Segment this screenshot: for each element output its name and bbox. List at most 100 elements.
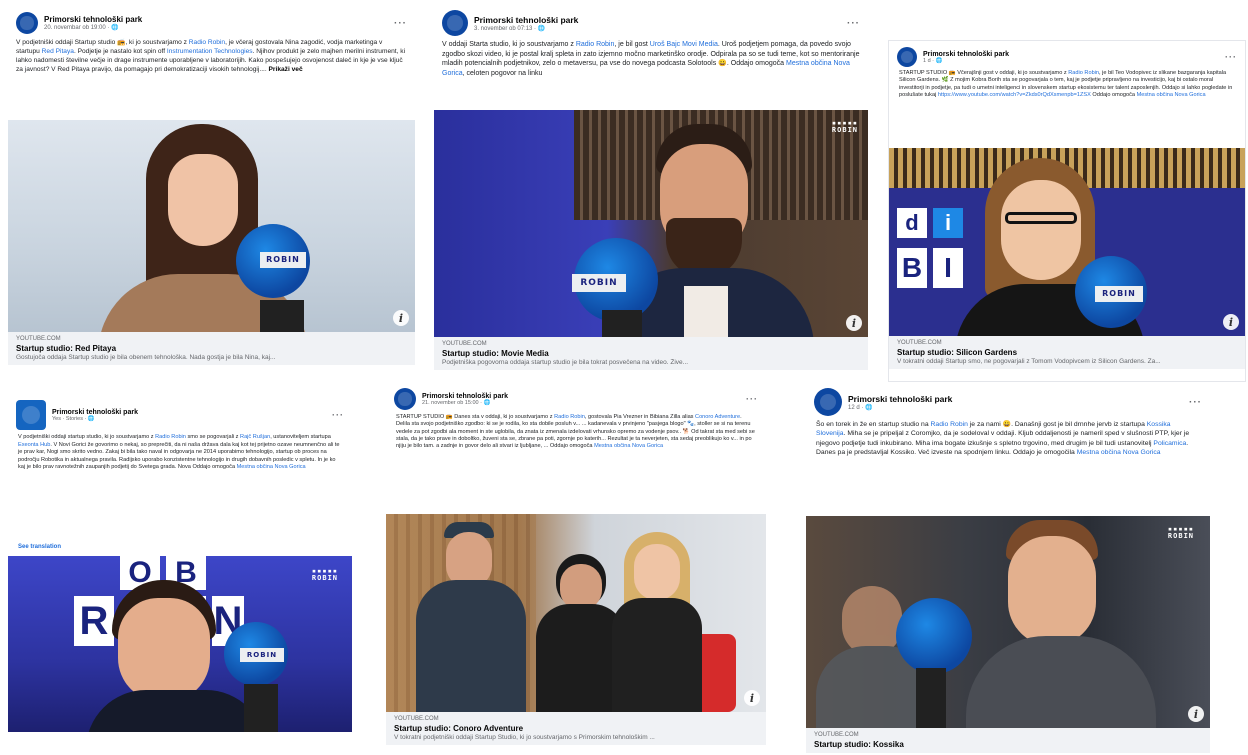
municipality-link[interactable]: Mestna občina Nova Gorica <box>594 443 663 449</box>
page-name[interactable]: Primorski tehnološki park <box>422 393 746 400</box>
radio-robin-link[interactable]: Radio Robin <box>576 41 615 48</box>
page-avatar[interactable] <box>442 10 468 36</box>
page-name[interactable]: Primorski tehnološki park <box>44 15 394 24</box>
video-thumbnail[interactable]: R O B I N ▪▪▪▪▪ROBIN ROBIN <box>8 556 352 732</box>
startup-link[interactable]: Conoro Adventure <box>695 414 740 420</box>
more-options-button[interactable]: ··· <box>1189 397 1202 408</box>
link-preview[interactable]: YOUTUBE.COM Startup studio: Conoro Adven… <box>386 712 766 745</box>
more-options-button[interactable]: ··· <box>746 394 758 404</box>
globe-icon: 🌐 <box>935 57 943 64</box>
guest-photo <box>955 158 1175 336</box>
link-preview[interactable]: YOUTUBE.COM Startup studio: Movie Media … <box>434 337 868 370</box>
radio-robin-link[interactable]: Radio Robin <box>931 421 968 428</box>
link-description: V tokratni podjetniški oddaji Startup St… <box>394 734 655 741</box>
municipality-link[interactable]: Mestna občina Nova Gorica <box>237 464 306 470</box>
more-options-button[interactable]: ··· <box>394 18 407 29</box>
video-thumbnail[interactable]: ▪▪▪▪▪ ROBIN i <box>806 516 1210 728</box>
link-domain: YOUTUBE.COM <box>442 341 487 347</box>
video-thumbnail[interactable]: i <box>386 514 766 712</box>
page-avatar[interactable] <box>897 47 917 67</box>
municipality-link[interactable]: Mestna občina Nova Gorica <box>1077 449 1161 456</box>
see-more-link[interactable]: Prikaži več <box>269 66 303 73</box>
info-icon[interactable]: i <box>393 310 409 326</box>
startup-link[interactable]: Exeonta Hub <box>18 442 50 448</box>
globe-icon: 🌐 <box>111 25 119 31</box>
globe-icon: 🌐 <box>537 25 546 32</box>
instrumentation-link[interactable]: Instrumentation Technologies <box>167 48 253 55</box>
mic-stand <box>244 684 278 732</box>
mic-stand <box>602 310 642 337</box>
video-thumbnail[interactable]: ▪▪▪▪▪ ROBIN ROBIN i <box>434 110 868 337</box>
guest-photo <box>966 520 1156 728</box>
post-silicon-gardens: Primorski tehnološki park 1 d · 🌐 ··· ST… <box>888 40 1246 382</box>
link-title[interactable]: Startup studio: Silicon Gardens <box>897 348 1237 357</box>
info-icon[interactable]: i <box>744 690 760 706</box>
info-icon[interactable]: i <box>846 315 862 331</box>
video-thumbnail[interactable]: ROBIN i <box>8 120 415 332</box>
post-header: Primorski tehnološki park 12 d · 🌐 ··· <box>806 382 1210 420</box>
post-header: Primorski tehnološki park 3. november ob… <box>434 4 868 40</box>
page-avatar[interactable] <box>16 400 46 430</box>
red-pitaya-link[interactable]: Red Pitaya <box>42 48 74 55</box>
radio-robin-link[interactable]: Radio Robin <box>554 414 585 420</box>
youtube-url-link[interactable]: https://www.youtube.com/watch?v=Zkds0rQd… <box>938 92 1091 98</box>
page-avatar[interactable] <box>394 388 416 410</box>
guest-link[interactable]: Rajč Rušjan <box>240 434 270 440</box>
mic-label: ROBIN <box>572 274 626 292</box>
see-translation-link[interactable]: See translation <box>8 538 352 556</box>
post-time[interactable]: Yes · Stories · 🌐 <box>52 416 332 422</box>
link-title[interactable]: Startup studio: Kossika <box>814 740 1202 749</box>
more-options-button[interactable]: ··· <box>332 410 344 420</box>
info-icon[interactable]: i <box>1223 314 1239 330</box>
microphone <box>896 598 972 674</box>
post-text: V podjetniški oddaji startup studio, ki … <box>18 434 340 471</box>
post-red-pitaya: Primorski tehnološki park 20. novembar o… <box>8 6 415 382</box>
globe-icon: 🌐 <box>483 399 491 406</box>
page-avatar[interactable] <box>814 388 842 416</box>
page-name[interactable]: Primorski tehnološki park <box>848 394 1189 404</box>
post-time[interactable]: 12 d · 🌐 <box>848 404 1189 411</box>
post-header: Primorski tehnološki park 20. novembar o… <box>8 6 415 38</box>
mic-label: ROBIN <box>260 252 306 268</box>
link-preview[interactable]: YOUTUBE.COM Startup studio: Red Pitaya G… <box>8 332 415 365</box>
post-text: STARTUP STUDIO 📻 Včerajšnji gost v oddaj… <box>899 70 1233 98</box>
more-options-button[interactable]: ··· <box>847 18 860 29</box>
post-movie-media: Primorski tehnološki park 3. november ob… <box>434 4 868 382</box>
radio-robin-link[interactable]: Radio Robin <box>1068 70 1099 76</box>
more-options-button[interactable]: ··· <box>1225 52 1237 62</box>
link-domain: YOUTUBE.COM <box>897 340 942 346</box>
page-name[interactable]: Primorski tehnološki park <box>474 15 847 25</box>
post-time[interactable]: 20. novembar ob 19:00 · 🌐 <box>44 24 394 31</box>
guest-link[interactable]: Uroš Bajc Movi Media <box>650 41 718 48</box>
radio-robin-link[interactable]: Radio Robin <box>189 39 225 46</box>
link-title[interactable]: Startup studio: Movie Media <box>442 349 860 358</box>
page-name[interactable]: Primorski tehnološki park <box>52 409 332 416</box>
post-text: Šo en torek in že en startup studio na R… <box>816 421 1190 457</box>
link-domain: YOUTUBE.COM <box>814 732 859 738</box>
mic-stand <box>260 300 304 332</box>
robin-logo: ▪▪▪▪▪ ROBIN <box>831 119 858 134</box>
info-icon[interactable]: i <box>1188 706 1204 722</box>
robin-logo: ▪▪▪▪▪ ROBIN <box>1167 525 1194 540</box>
link-domain: YOUTUBE.COM <box>16 336 61 342</box>
link-description: Gostujoča oddaja Startup studio je bila … <box>16 354 276 361</box>
link-preview[interactable]: YOUTUBE.COM Startup studio: Silicon Gard… <box>889 336 1245 369</box>
post-text: V podjetniški oddaji Startup studio 📻, k… <box>16 39 406 73</box>
page-avatar[interactable] <box>16 12 38 34</box>
post-text: V oddaji Starta studio, ki jo soustvarja… <box>442 41 860 77</box>
link-title[interactable]: Startup studio: Red Pitaya <box>16 344 407 353</box>
post-time[interactable]: 21. november ob 15:00 · 🌐 <box>422 400 746 406</box>
video-thumbnail[interactable]: d i B I ROBIN i <box>889 148 1245 336</box>
company-link[interactable]: Policamica <box>1153 440 1186 447</box>
post-header: Primorski tehnološki park Yes · Stories … <box>8 394 352 434</box>
link-preview[interactable]: YOUTUBE.COM Startup studio: Kossika <box>806 728 1210 753</box>
mic-stand <box>916 668 946 728</box>
radio-robin-link[interactable]: Radio Robin <box>155 434 186 440</box>
post-time[interactable]: 3. november ob 07:13 · 🌐 <box>474 25 847 32</box>
post-time[interactable]: 1 d · 🌐 <box>923 58 1225 64</box>
post-header: Primorski tehnološki park 21. november o… <box>386 382 766 414</box>
page-name[interactable]: Primorski tehnološki park <box>923 51 1225 58</box>
guest-photo-1 <box>416 522 526 712</box>
link-title[interactable]: Startup studio: Conoro Adventure <box>394 724 758 733</box>
municipality-link[interactable]: Mestna občina Nova Gorica <box>1137 92 1206 98</box>
